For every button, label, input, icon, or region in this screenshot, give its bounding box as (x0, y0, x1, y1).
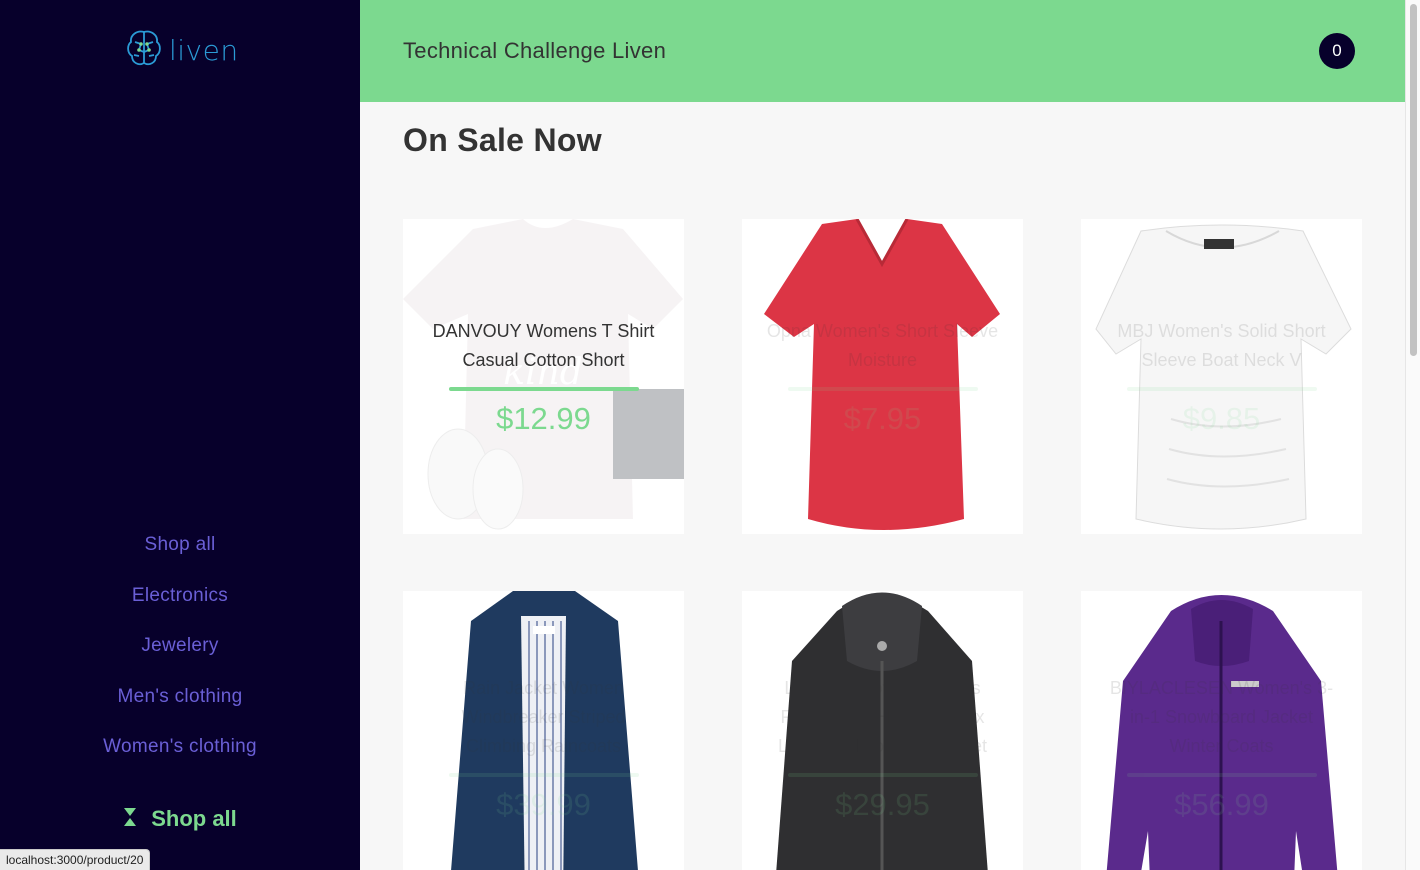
product-price: $56.99 (1174, 787, 1269, 822)
product-card[interactable]: kind DANVOUY Womens T Shirt Casual Cotto… (403, 219, 684, 534)
sidebar: liven Shop all Electronics Jewelery Men'… (0, 0, 360, 870)
product-name: MBJ Women's Solid Short Sleeve Boat Neck… (1117, 320, 1326, 370)
product-name: Lock and Love Women's Removable Hooded F… (777, 678, 988, 756)
app-root: liven Shop all Electronics Jewelery Men'… (0, 0, 1420, 870)
product-card[interactable]: Opna Women's Short Sleeve Moisture $7.95 (742, 219, 1023, 534)
product-card[interactable]: MBJ Women's Solid Short Sleeve Boat Neck… (1081, 219, 1362, 534)
product-price: $29.95 (835, 787, 930, 822)
active-category[interactable]: Shop all (0, 806, 360, 832)
product-price: $7.95 (843, 400, 922, 436)
product-divider (448, 773, 639, 777)
product-name: BIYLACLESEN Women's 3-in-1 Snowboard Jac… (1109, 678, 1334, 756)
product-info: Lock and Love Women's Removable Hooded F… (742, 591, 1023, 870)
product-name: Rain Jacket Women Windbreaker Striped Cl… (461, 678, 626, 756)
product-info: DANVOUY Womens T Shirt Casual Cotton Sho… (403, 219, 684, 534)
hourglass-icon (123, 807, 137, 832)
sidebar-item-jewelery[interactable]: Jewelery (0, 631, 360, 682)
category-nav: Shop all Electronics Jewelery Men's clot… (0, 530, 360, 783)
cart-count-badge[interactable]: 0 (1319, 33, 1355, 69)
product-divider (1126, 386, 1317, 391)
brand-name: liven (169, 33, 239, 67)
product-price: $12.99 (496, 400, 591, 436)
product-divider (1126, 773, 1317, 777)
brand-logo[interactable]: liven (125, 28, 239, 73)
active-category-label: Shop all (151, 806, 237, 831)
status-bar-url: localhost:3000/product/20 (0, 849, 151, 870)
product-card[interactable]: Rain Jacket Women Windbreaker Striped Cl… (403, 591, 684, 870)
sidebar-item-electronics[interactable]: Electronics (0, 581, 360, 632)
product-price: $39.99 (496, 787, 591, 822)
sidebar-item-womens-clothing[interactable]: Women's clothing (0, 732, 360, 783)
product-info: Opna Women's Short Sleeve Moisture $7.95 (742, 219, 1023, 534)
product-card[interactable]: BIYLACLESEN Women's 3-in-1 Snowboard Jac… (1081, 591, 1362, 870)
brain-icon (125, 28, 163, 73)
product-info: MBJ Women's Solid Short Sleeve Boat Neck… (1081, 219, 1362, 534)
product-divider (448, 386, 639, 391)
page-title: On Sale Now (403, 122, 602, 158)
product-divider (787, 386, 978, 391)
product-card[interactable]: Lock and Love Women's Removable Hooded F… (742, 591, 1023, 870)
scrollbar-thumb[interactable] (1410, 4, 1417, 356)
sidebar-item-shop-all[interactable]: Shop all (0, 530, 360, 581)
top-header: Technical Challenge Liven 0 (360, 0, 1405, 102)
page-scrollbar[interactable] (1405, 0, 1420, 870)
product-info: Rain Jacket Women Windbreaker Striped Cl… (403, 591, 684, 870)
sidebar-item-mens-clothing[interactable]: Men's clothing (0, 682, 360, 733)
main-content: On Sale Now kind DANVOUY Womens T Shirt … (360, 102, 1405, 870)
product-divider (787, 773, 978, 777)
product-name: DANVOUY Womens T Shirt Casual Cotton Sho… (432, 320, 655, 370)
product-name: Opna Women's Short Sleeve Moisture (766, 320, 999, 370)
product-info: BIYLACLESEN Women's 3-in-1 Snowboard Jac… (1081, 591, 1362, 870)
product-price: $9.85 (1182, 400, 1261, 436)
header-title: Technical Challenge Liven (403, 38, 667, 63)
